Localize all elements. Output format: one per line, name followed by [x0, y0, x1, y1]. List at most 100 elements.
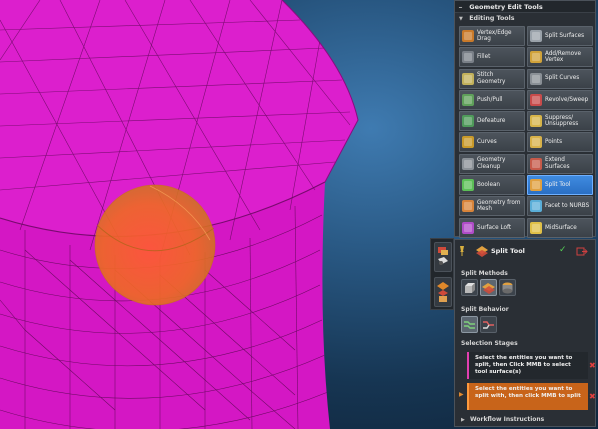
- tool-button-split-curves[interactable]: Split Curves: [527, 68, 593, 89]
- tool-button-label: Add/Remove Vertex: [545, 51, 582, 64]
- selection-stage-1-text: Select the entities you want to split, t…: [475, 355, 573, 375]
- split-behavior-keep-icon: [464, 321, 475, 329]
- tool-button-add-remove-vertex[interactable]: Add/Remove Vertex: [527, 47, 593, 68]
- split-method-surface-button[interactable]: [480, 279, 497, 296]
- geometry-cleanup-icon: [462, 157, 474, 170]
- midsurface-icon: [530, 221, 542, 234]
- surface-loft-icon: [462, 221, 474, 234]
- split-behavior-keep-button[interactable]: [461, 316, 478, 333]
- split-surface-icon: [482, 283, 495, 294]
- mesh-tab-icon: [437, 282, 449, 302]
- split-solid-icon: [465, 283, 475, 293]
- tool-button-label: Fillet: [477, 54, 491, 61]
- tool-button-label: Split Curves: [545, 75, 580, 82]
- tool-button-label: Push/Pull: [477, 96, 503, 103]
- tool-button-points[interactable]: Points: [527, 132, 593, 153]
- split-tool-header: Split Tool ✓: [455, 240, 595, 262]
- split-method-body-button[interactable]: [499, 279, 516, 296]
- tool-button-fillet[interactable]: Fillet: [459, 47, 525, 68]
- split-body-icon: [502, 282, 513, 294]
- selection-stages-label: Selection Stages: [461, 340, 518, 347]
- split-behavior-separate-icon: [483, 321, 494, 329]
- tool-button-geometry-from-mesh[interactable]: Geometry from Mesh: [459, 196, 525, 217]
- workflow-instructions-header[interactable]: ▶ Workflow Instructions: [461, 416, 544, 423]
- facet-to-nurbs-icon: [530, 200, 542, 213]
- tool-side-toolbar: [430, 238, 454, 310]
- tool-button-label: Revolve/Sweep: [545, 96, 589, 103]
- tool-button-facet-to-nurbs[interactable]: Facet to NURBS: [527, 196, 593, 217]
- chevron-down-icon[interactable]: ▼: [459, 14, 467, 25]
- split-tool-icon: [530, 179, 542, 192]
- orange-sphere[interactable]: [94, 184, 216, 306]
- split-tool-title-icon: [476, 246, 488, 257]
- vertex-drag-icon: [462, 30, 474, 42]
- panel-title: Geometry Edit Tools: [469, 3, 543, 11]
- tool-button-label: Stitch Geometry: [477, 72, 506, 85]
- selection-stage-1[interactable]: Select the entities you want to split, t…: [467, 352, 588, 379]
- editing-tools-section-header[interactable]: ▼ Editing Tools: [455, 13, 595, 24]
- section-title: Editing Tools: [469, 15, 515, 22]
- tool-button-push-pull[interactable]: Push/Pull: [459, 89, 525, 110]
- current-stage-arrow-icon: ▶: [459, 391, 464, 398]
- stage-1-clear-icon[interactable]: ✖: [589, 361, 596, 370]
- tool-button-geometry-cleanup[interactable]: Geometry Cleanup: [459, 153, 525, 174]
- tool-button-stitch-geometry[interactable]: Stitch Geometry: [459, 68, 525, 89]
- tool-button-label: Vertex/Edge Drag: [477, 29, 512, 42]
- tool-button-label: Extend Surfaces: [545, 157, 570, 170]
- stage-2-clear-icon[interactable]: ✖: [589, 392, 596, 401]
- split-curves-icon: [530, 72, 542, 85]
- tool-button-label: Split Surfaces: [545, 32, 585, 39]
- workflow-instructions-label: Workflow Instructions: [469, 416, 545, 423]
- fillet-icon: [462, 51, 474, 64]
- boolean-icon: [462, 179, 474, 192]
- confirm-check-icon[interactable]: ✓: [559, 245, 567, 255]
- split-behavior-label: Split Behavior: [461, 306, 509, 313]
- tool-button-label: Suppress/ Unsuppress: [545, 114, 579, 128]
- tool-button-defeature[interactable]: Defeature: [459, 111, 525, 132]
- tool-button-curves[interactable]: Curves: [459, 132, 525, 153]
- split-surfaces-icon: [530, 30, 542, 42]
- curves-icon: [462, 136, 474, 149]
- tool-button-boolean[interactable]: Boolean: [459, 175, 525, 196]
- stitch-geometry-icon: [462, 72, 474, 85]
- split-tool-panel: Split Tool ✓ Split Methods Split Behavio…: [454, 239, 596, 427]
- mesh-tools-tab-button[interactable]: [434, 277, 452, 307]
- split-behavior-separate-button[interactable]: [480, 316, 497, 333]
- suppress-icon: [530, 115, 542, 128]
- geometry-edit-tools-header[interactable]: ━ Geometry Edit Tools: [455, 1, 595, 13]
- editing-tools-grid: Vertex/Edge Drag Split Surfaces Fillet Add/…: [459, 26, 593, 238]
- selection-stage-2[interactable]: Select the entities you want to split wi…: [467, 383, 588, 410]
- defeature-icon: [462, 115, 474, 128]
- revolve-sweep-icon: [530, 93, 542, 106]
- pin-icon[interactable]: [459, 245, 465, 257]
- chevron-right-icon[interactable]: ▶: [461, 417, 465, 423]
- tool-button-vertex-drag[interactable]: Vertex/Edge Drag: [459, 26, 525, 46]
- tool-button-label: MidSurface: [545, 224, 577, 231]
- selection-stage-2-text: Select the entities you want to split wi…: [475, 386, 581, 399]
- tool-button-label: Defeature: [477, 118, 506, 125]
- tool-button-label: Facet to NURBS: [545, 203, 590, 210]
- geometry-tab-icon: [438, 247, 448, 265]
- tool-button-split-surfaces[interactable]: Split Surfaces: [527, 26, 593, 46]
- split-method-solid-button[interactable]: [461, 279, 478, 296]
- geometry-edit-tools-panel: ━ Geometry Edit Tools ▼ Editing Tools Ve…: [454, 0, 596, 238]
- tool-button-surface-loft[interactable]: Surface Loft: [459, 217, 525, 238]
- tool-button-suppress[interactable]: Suppress/ Unsuppress: [527, 111, 593, 132]
- tool-button-midsurface[interactable]: MidSurface: [527, 217, 593, 238]
- tool-button-label: Surface Loft: [477, 224, 512, 231]
- tool-button-label: Boolean: [477, 181, 501, 188]
- tool-button-label: Points: [545, 139, 563, 146]
- geometry-tools-tab-button[interactable]: [434, 242, 452, 272]
- tool-button-label: Curves: [477, 139, 497, 146]
- geometry-from-mesh-icon: [462, 200, 474, 213]
- tool-button-label: Split Tool: [545, 181, 571, 188]
- tool-button-extend-surfaces[interactable]: Extend Surfaces: [527, 153, 593, 174]
- add-remove-vertex-icon: [530, 51, 542, 64]
- tool-button-revolve-sweep[interactable]: Revolve/Sweep: [527, 89, 593, 110]
- tool-button-split-tool[interactable]: Split Tool: [527, 175, 593, 196]
- exit-tool-icon[interactable]: [576, 247, 588, 256]
- split-methods-label: Split Methods: [461, 270, 508, 277]
- tool-button-label: Geometry Cleanup: [477, 157, 506, 170]
- points-icon: [530, 136, 542, 149]
- extend-surfaces-icon: [530, 157, 542, 170]
